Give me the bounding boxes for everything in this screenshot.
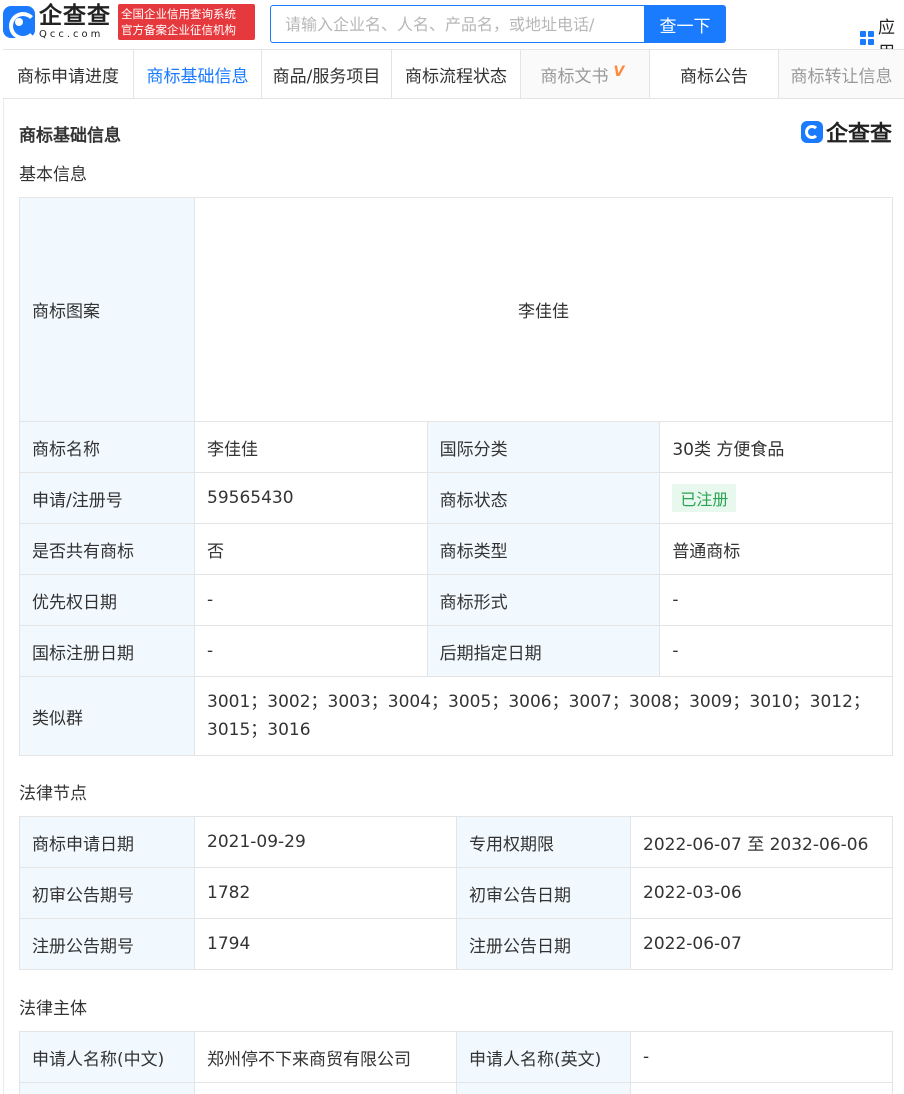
qcc-logo-icon [3,6,37,40]
trademark-image: 李佳佳 [194,197,893,422]
top-header: 企查查 Qcc.com 全国企业信用查询系统 官方备案企业征信机构 查一下 应用 [0,0,904,63]
badge-line-2: 官方备案企业征信机构 [121,23,236,37]
logo-cn-text: 企查查 [39,2,111,29]
qcc-small-icon [801,121,823,143]
tab-basic-info[interactable]: 商标基础信息 [134,50,262,98]
logo-en-text: Qcc.com [39,28,104,40]
search-input[interactable] [271,6,644,42]
tab-goods-services[interactable]: 商品/服务项目 [262,50,392,98]
prelim-issue-link[interactable]: 1782 [194,867,457,919]
registration-issue-link[interactable]: 1794 [194,918,457,970]
tab-process-status[interactable]: 商标流程状态 [392,50,521,98]
table-row: 申请/注册号 59565430 商标状态 已注册 [19,472,893,524]
table-row: 是否共有商标 否 商标类型 普通商标 [19,523,893,575]
brand-watermark-logo: 企查查 [801,116,892,148]
tab-announcements[interactable]: 商标公告 [650,50,779,98]
table-row: 类似群 3001；3002；3003；3004；3005；3006；3007；3… [19,676,893,756]
basic-info-title: 基本信息 [19,165,87,185]
legal-subject-title: 法律主体 [19,999,87,1019]
table-row: 国标注册日期 - 后期指定日期 - [19,625,893,677]
similar-group-label: 类似群 [19,676,195,756]
status-badge: 已注册 [672,484,737,512]
search-box [270,5,644,43]
vip-icon [614,64,630,81]
legal-nodes-table: 商标申请日期 2021-09-29 专用权期限 2022-06-07 至 203… [19,816,893,970]
tab-documents[interactable]: 商标文书 [521,50,650,98]
qcc-logo[interactable]: 企查查 Qcc.com [3,2,111,40]
official-badge: 全国企业信用查询系统 官方备案企业征信机构 [118,4,255,40]
basic-info-table: 商标图案 李佳佳 商标名称 李佳佳 国际分类 30类 方便食品 申请/注册号 5… [19,197,893,756]
tab-application-progress[interactable]: 商标申请进度 [3,50,134,98]
legal-subject-table: 申请人名称(中文) 郑州停不下来商贸有限公司 申请人名称(英文) - [19,1031,893,1094]
trademark-pattern-label: 商标图案 [19,197,195,422]
similar-group-value: 3001；3002；3003；3004；3005；3006；3007；3008；… [194,676,893,756]
main-content: 商标基础信息 企查查 基本信息 商标图案 李佳佳 商标名称 李佳佳 国际分类 3… [3,99,904,1094]
table-row: 注册公告期号 1794 注册公告日期 2022-06-07 [19,918,893,970]
table-row [19,1082,893,1094]
table-row: 初审公告期号 1782 初审公告日期 2022-03-06 [19,867,893,919]
section-title: 商标基础信息 [19,126,121,146]
tab-bar: 商标申请进度 商标基础信息 商品/服务项目 商标流程状态 商标文书 商标公告 商… [3,49,904,99]
table-row: 商标名称 李佳佳 国际分类 30类 方便食品 [19,421,893,473]
tab-transfer-info[interactable]: 商标转让信息 [779,50,904,98]
badge-line-1: 全国企业信用查询系统 [121,7,236,21]
legal-nodes-title: 法律节点 [19,784,87,804]
applicant-company-link[interactable]: 郑州停不下来商贸有限公司 [194,1031,457,1083]
table-row: 商标申请日期 2021-09-29 专用权期限 2022-06-07 至 203… [19,816,893,868]
search-button[interactable]: 查一下 [644,5,726,43]
table-row: 申请人名称(中文) 郑州停不下来商贸有限公司 申请人名称(英文) - [19,1031,893,1083]
table-row: 优先权日期 - 商标形式 - [19,574,893,626]
table-row: 商标图案 李佳佳 [19,197,893,422]
apps-grid-icon [860,31,874,45]
